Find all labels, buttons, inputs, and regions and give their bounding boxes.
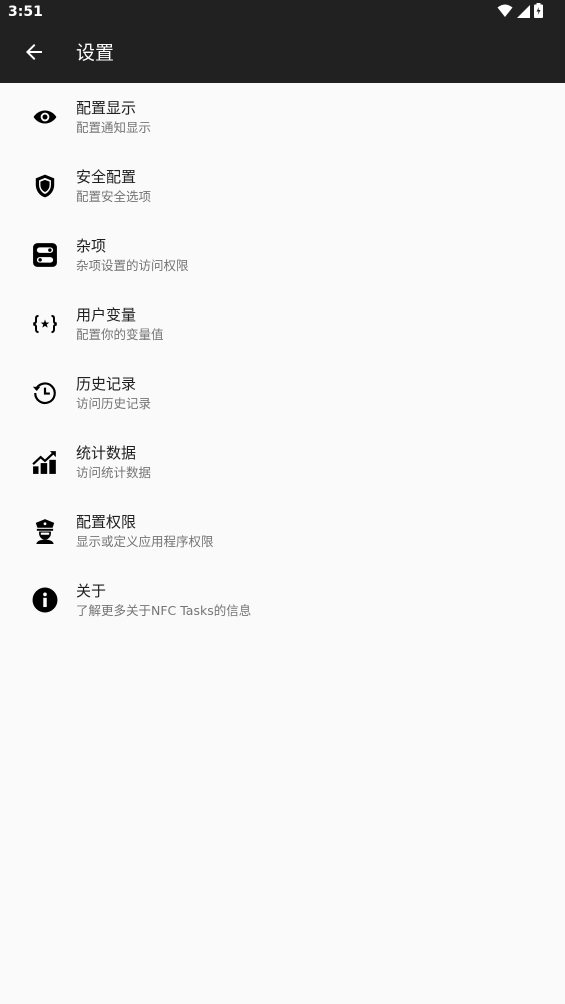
page-title: 设置: [76, 42, 115, 64]
shield-icon: [32, 173, 58, 199]
settings-item-title: 杂项: [76, 237, 107, 255]
settings-item-history[interactable]: 历史记录 访问历史记录: [0, 359, 565, 428]
settings-item-misc[interactable]: 杂项 杂项设置的访问权限: [0, 221, 565, 290]
settings-item-subtitle: 访问历史记录: [76, 396, 152, 411]
settings-item-subtitle: 杂项设置的访问权限: [76, 258, 189, 273]
settings-item-subtitle: 了解更多关于NFC Tasks的信息: [76, 603, 252, 618]
history-icon: [32, 380, 58, 406]
settings-item-about[interactable]: 关于 了解更多关于NFC Tasks的信息: [0, 566, 565, 635]
status-bar: 3:51: [0, 0, 565, 24]
settings-item-title: 关于: [76, 582, 107, 600]
settings-item-statistics[interactable]: 统计数据 访问统计数据: [0, 428, 565, 497]
battery-icon: [534, 2, 543, 22]
variable-braces-icon: [32, 311, 58, 337]
back-button[interactable]: [18, 38, 50, 70]
settings-list: 配置显示 配置通知显示 安全配置 配置安全选项 杂项 杂项设置的访问权限 用户变…: [0, 83, 565, 635]
settings-item-title: 安全配置: [76, 168, 137, 186]
status-icons: [497, 2, 543, 22]
settings-item-subtitle: 配置你的变量值: [76, 327, 164, 342]
settings-item-subtitle: 显示或定义应用程序权限: [76, 534, 214, 549]
settings-item-title: 配置显示: [76, 99, 137, 117]
settings-item-subtitle: 配置通知显示: [76, 120, 152, 135]
settings-item-permissions[interactable]: 配置权限 显示或定义应用程序权限: [0, 497, 565, 566]
wifi-icon: [497, 3, 513, 22]
settings-item-title: 用户变量: [76, 306, 137, 324]
settings-item-display[interactable]: 配置显示 配置通知显示: [0, 83, 565, 152]
toggles-icon: [32, 242, 58, 268]
eye-icon: [32, 104, 58, 130]
settings-item-title: 配置权限: [76, 513, 137, 531]
status-time: 3:51: [8, 4, 43, 20]
app-bar: 设置: [0, 24, 565, 83]
info-icon: [32, 587, 58, 613]
police-officer-icon: [32, 518, 58, 544]
settings-item-subtitle: 配置安全选项: [76, 189, 152, 204]
settings-item-title: 历史记录: [76, 375, 137, 393]
signal-icon: [517, 3, 530, 22]
settings-item-subtitle: 访问统计数据: [76, 465, 152, 480]
chart-icon: [32, 449, 58, 475]
settings-item-variables[interactable]: 用户变量 配置你的变量值: [0, 290, 565, 359]
arrow-back-icon: [25, 43, 43, 65]
settings-item-title: 统计数据: [76, 444, 137, 462]
settings-item-security[interactable]: 安全配置 配置安全选项: [0, 152, 565, 221]
